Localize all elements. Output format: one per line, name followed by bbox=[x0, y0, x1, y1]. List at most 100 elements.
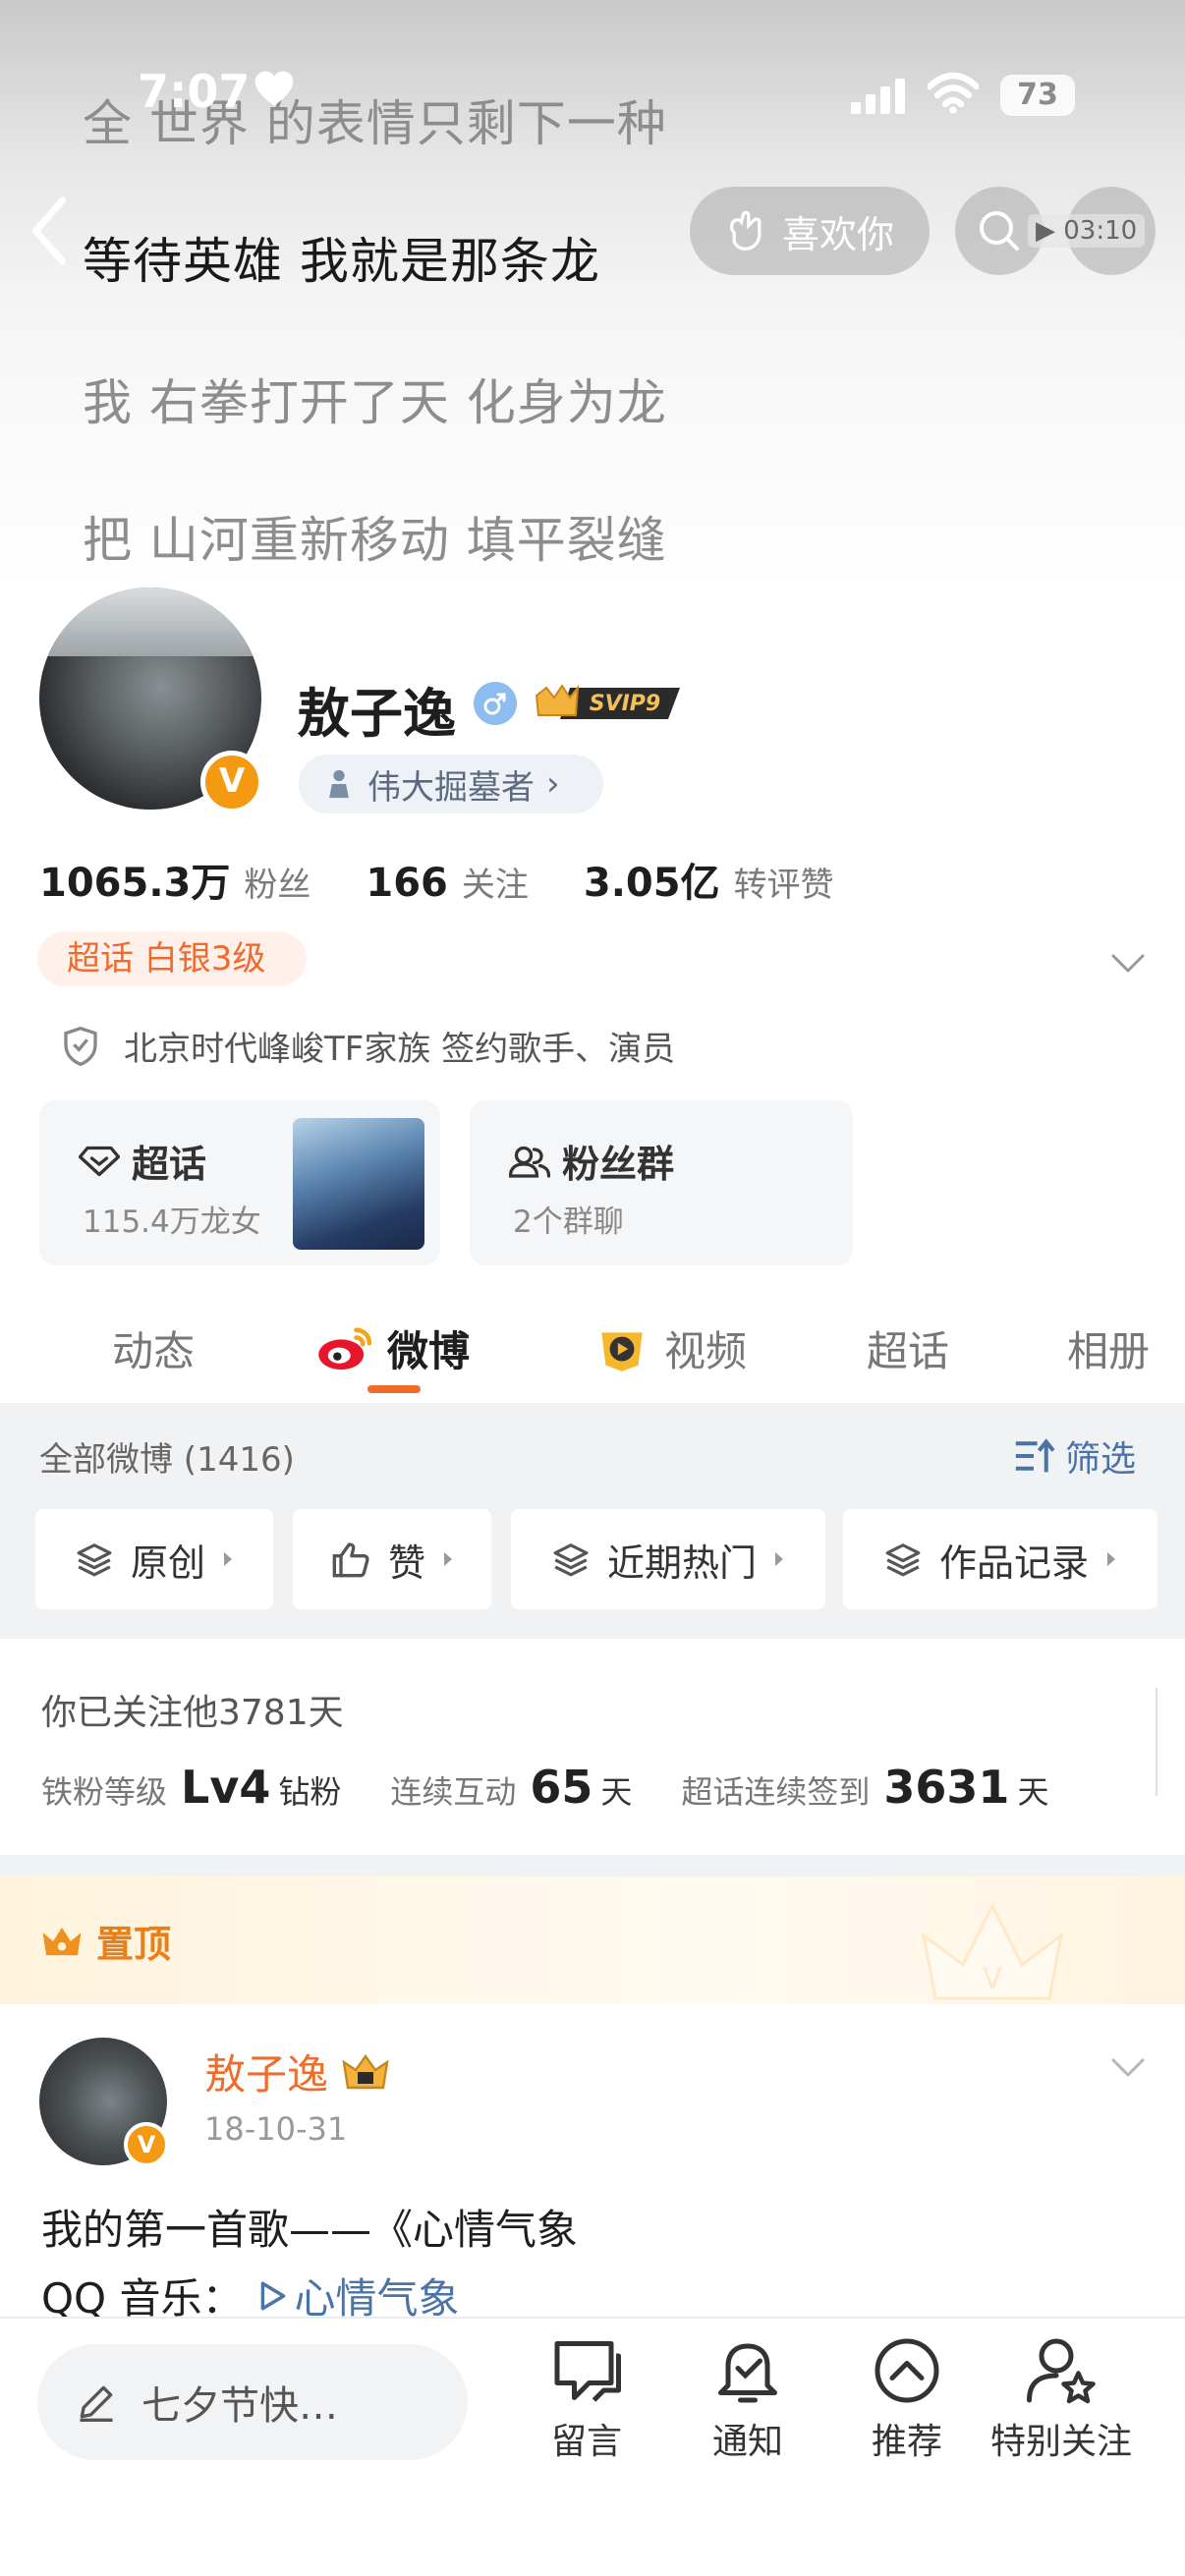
weibo-logo-icon bbox=[318, 1327, 372, 1370]
profile-stats: 1065.3万 粉丝 166 关注 3.05亿 转评赞 bbox=[39, 851, 889, 908]
heart-icon bbox=[254, 71, 294, 106]
heart-hand-icon bbox=[729, 210, 762, 251]
status-time: 7:07 bbox=[138, 65, 251, 118]
interaction-days: 65 bbox=[530, 1761, 593, 1814]
likes-count: 3.05亿 bbox=[583, 861, 720, 906]
layers-icon bbox=[553, 1543, 589, 1577]
layers-icon bbox=[885, 1543, 921, 1577]
chevron-down-icon[interactable] bbox=[1110, 953, 1146, 975]
filter-area: 全部微博 (1416) 筛选 原创 赞 近期热门 作品记录 bbox=[0, 1403, 1185, 1639]
agency-text: 北京时代峰峻TF家族 签约歌手、演员 bbox=[124, 1030, 676, 1069]
chevron-up-circle-icon bbox=[875, 2338, 939, 2403]
following-count[interactable]: 166 bbox=[366, 861, 448, 906]
signin-days: 3631 bbox=[883, 1761, 1010, 1814]
pinned-bar: 置顶 V bbox=[0, 1876, 1185, 2004]
back-icon[interactable] bbox=[29, 196, 69, 265]
lyric-line-current: 等待英雄 我就是那条龙 bbox=[83, 233, 600, 290]
fan-level: Lv4 bbox=[181, 1761, 271, 1814]
play-icon bbox=[261, 2281, 286, 2310]
group-icon bbox=[509, 1146, 550, 1178]
digger-icon bbox=[329, 769, 349, 799]
caret-right-icon bbox=[1107, 1552, 1115, 1566]
music-time: 03:10 bbox=[1063, 216, 1138, 246]
agency-info: 北京时代峰峻TF家族 签约歌手、演员 bbox=[61, 1022, 675, 1070]
chaohua-card[interactable]: 超话 115.4万龙女 bbox=[39, 1100, 440, 1265]
svip-badge[interactable]: SVIP9 bbox=[531, 678, 688, 727]
all-posts-count: 全部微博 (1416) bbox=[39, 1440, 295, 1480]
chevron-right-icon: › bbox=[546, 764, 560, 804]
bell-check-icon bbox=[718, 2343, 777, 2403]
fan-group-card-title: 粉丝群 bbox=[562, 1143, 675, 1186]
music-playing-chip[interactable]: ▶ 03:10 bbox=[1028, 214, 1146, 248]
svg-text:V: V bbox=[983, 1962, 1003, 1996]
message-icon bbox=[554, 2341, 621, 2402]
profile-name: 敖子逸 bbox=[297, 683, 456, 745]
signal-icon bbox=[851, 79, 905, 114]
male-gender-icon bbox=[474, 682, 517, 725]
tab-dongtai[interactable]: 动态 bbox=[112, 1318, 195, 1378]
fan-group-card-subtitle: 2个群聊 bbox=[513, 1204, 624, 1240]
recommend-button[interactable]: 推荐 bbox=[869, 2336, 945, 2464]
lyric-line: 把 山河重新移动 填平裂缝 bbox=[83, 512, 667, 569]
verified-badge: V bbox=[200, 751, 263, 813]
title-label: 伟大掘墓者 bbox=[367, 767, 535, 808]
tab-weibo[interactable]: 微博 bbox=[316, 1318, 470, 1378]
shield-icon bbox=[64, 1026, 97, 1066]
filter-icon bbox=[1015, 1438, 1055, 1473]
title-badge[interactable]: 伟大掘墓者 › bbox=[299, 755, 603, 813]
special-follow-button[interactable]: 特别关注 bbox=[990, 2336, 1132, 2464]
caret-right-icon bbox=[224, 1552, 232, 1566]
chaohua-thumbnail bbox=[293, 1118, 424, 1250]
diamond-icon bbox=[79, 1146, 120, 1176]
follow-duration: 你已关注他3781天 bbox=[41, 1693, 344, 1733]
svip-crown-icon bbox=[342, 2053, 389, 2089]
followers-count[interactable]: 1065.3万 bbox=[39, 851, 230, 908]
likes-label: 转评赞 bbox=[733, 866, 834, 905]
message-button[interactable]: 留言 bbox=[548, 2336, 625, 2464]
filter-label: 筛选 bbox=[1065, 1439, 1137, 1480]
followers-label[interactable]: 粉丝 bbox=[244, 858, 310, 906]
fan-stats-panel[interactable]: 你已关注他3781天 铁粉等级 Lv4 钻粉 连续互动 65 天 超话连续签到 … bbox=[0, 1639, 1185, 1855]
like-button[interactable]: 喜欢你 bbox=[690, 187, 930, 275]
chip-liked[interactable]: 赞 bbox=[293, 1509, 491, 1609]
wifi-icon bbox=[928, 72, 979, 114]
section-separator bbox=[0, 1855, 1185, 1876]
caret-right-icon bbox=[775, 1552, 783, 1566]
chevron-down-icon[interactable] bbox=[1110, 2057, 1146, 2079]
active-tab-indicator bbox=[367, 1385, 421, 1393]
chip-works[interactable]: 作品记录 bbox=[843, 1509, 1157, 1609]
lyric-line: 我 右拳打开了天 化身为龙 bbox=[83, 374, 667, 431]
tab-album[interactable]: 相册 bbox=[1067, 1318, 1150, 1378]
caret-right-icon bbox=[444, 1552, 452, 1566]
crown-decoration-icon: V bbox=[921, 1902, 1064, 2000]
thumbs-up-icon bbox=[332, 1542, 369, 1578]
comment-input[interactable]: 七夕节快… bbox=[37, 2344, 468, 2460]
battery-indicator: 73 bbox=[1000, 75, 1075, 116]
tab-chaohua[interactable]: 超话 bbox=[867, 1318, 949, 1378]
tab-video[interactable]: 视频 bbox=[593, 1318, 747, 1378]
chaohua-level-badge[interactable]: 超话 白银3级 bbox=[37, 931, 307, 986]
pinned-label: 置顶 bbox=[96, 1923, 172, 1966]
post-author[interactable]: 敖子逸 bbox=[204, 2042, 391, 2101]
crown-icon bbox=[42, 1927, 82, 1955]
svip-label: SVIP9 bbox=[590, 692, 661, 716]
chip-trending[interactable]: 近期热门 bbox=[511, 1509, 825, 1609]
user-star-icon bbox=[1027, 2338, 1096, 2404]
divider bbox=[1156, 1688, 1157, 1796]
following-label[interactable]: 关注 bbox=[462, 858, 529, 906]
layers-icon bbox=[77, 1543, 112, 1577]
notify-button[interactable]: 通知 bbox=[709, 2336, 786, 2464]
bottom-action-bar: 七夕节快… 留言 通知 推荐 特别关注 bbox=[0, 2317, 1185, 2576]
pencil-icon bbox=[80, 2385, 113, 2422]
verified-badge: V bbox=[124, 2122, 169, 2167]
post-text: 我的第一首歌——《心情气象 bbox=[41, 2206, 579, 2254]
filter-button[interactable]: 筛选 bbox=[1012, 1430, 1136, 1482]
video-icon bbox=[601, 1331, 643, 1372]
fan-group-card[interactable]: 粉丝群 2个群聊 bbox=[470, 1100, 853, 1265]
comment-input-placeholder: 七夕节快… bbox=[141, 2383, 338, 2429]
chip-original[interactable]: 原创 bbox=[35, 1509, 273, 1609]
chaohua-card-title: 超话 bbox=[132, 1143, 207, 1186]
fan-stats-row: 铁粉等级 Lv4 钻粉 连续互动 65 天 超话连续签到 3631 天 bbox=[41, 1761, 1049, 1814]
like-button-label: 喜欢你 bbox=[781, 212, 894, 256]
chaohua-card-subtitle: 115.4万龙女 bbox=[83, 1204, 261, 1240]
